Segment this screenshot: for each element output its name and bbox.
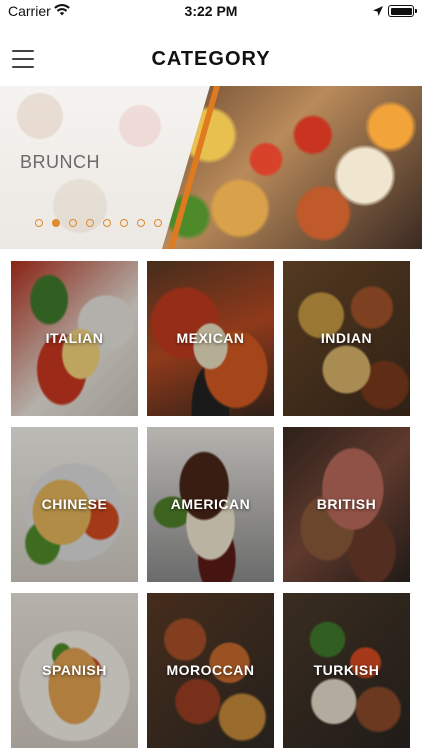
category-label: AMERICAN	[170, 496, 251, 512]
category-label: ITALIAN	[45, 330, 104, 346]
category-label: INDIAN	[320, 330, 373, 346]
clock: 3:22 PM	[184, 3, 238, 19]
category-label: SPANISH	[42, 662, 107, 678]
category-tile-turkish[interactable]: TURKISH	[283, 593, 410, 748]
banner-label: BRUNCH	[20, 152, 101, 172]
carousel-dot[interactable]	[69, 219, 77, 227]
category-label: MOROCCAN	[166, 662, 255, 678]
carousel-dots	[35, 219, 162, 227]
category-tile-moroccan[interactable]: MOROCCAN	[147, 593, 274, 748]
category-tile-chinese[interactable]: CHINESE	[11, 427, 138, 582]
category-label: BRITISH	[316, 496, 377, 512]
category-grid: ITALIAN MEXICAN INDIAN CHINESE AMERICAN …	[11, 261, 411, 748]
category-tile-indian[interactable]: INDIAN	[283, 261, 410, 416]
header: CATEGORY	[0, 40, 422, 82]
page-title: CATEGORY	[151, 48, 271, 70]
carousel-dot[interactable]	[103, 219, 111, 227]
category-label: TURKISH	[313, 662, 380, 678]
carousel-dot[interactable]	[35, 219, 43, 227]
category-label: MEXICAN	[176, 330, 245, 346]
category-tile-spanish[interactable]: SPANISH	[11, 593, 138, 748]
carousel-dot[interactable]	[154, 219, 162, 227]
category-tile-italian[interactable]: ITALIAN	[11, 261, 138, 416]
battery-icon	[388, 5, 417, 17]
category-tile-british[interactable]: BRITISH	[283, 427, 410, 582]
carousel-dot[interactable]	[120, 219, 128, 227]
carousel-dot[interactable]	[137, 219, 145, 227]
category-tile-american[interactable]: AMERICAN	[147, 427, 274, 582]
category-label: CHINESE	[41, 496, 108, 512]
category-tile-mexican[interactable]: MEXICAN	[147, 261, 274, 416]
location-arrow-icon	[372, 4, 384, 22]
carousel-dot-active[interactable]	[52, 219, 60, 227]
featured-banner[interactable]: BRUNCH	[0, 86, 422, 249]
carousel-dot[interactable]	[86, 219, 94, 227]
status-bar: Carrier 3:22 PM	[0, 0, 422, 22]
